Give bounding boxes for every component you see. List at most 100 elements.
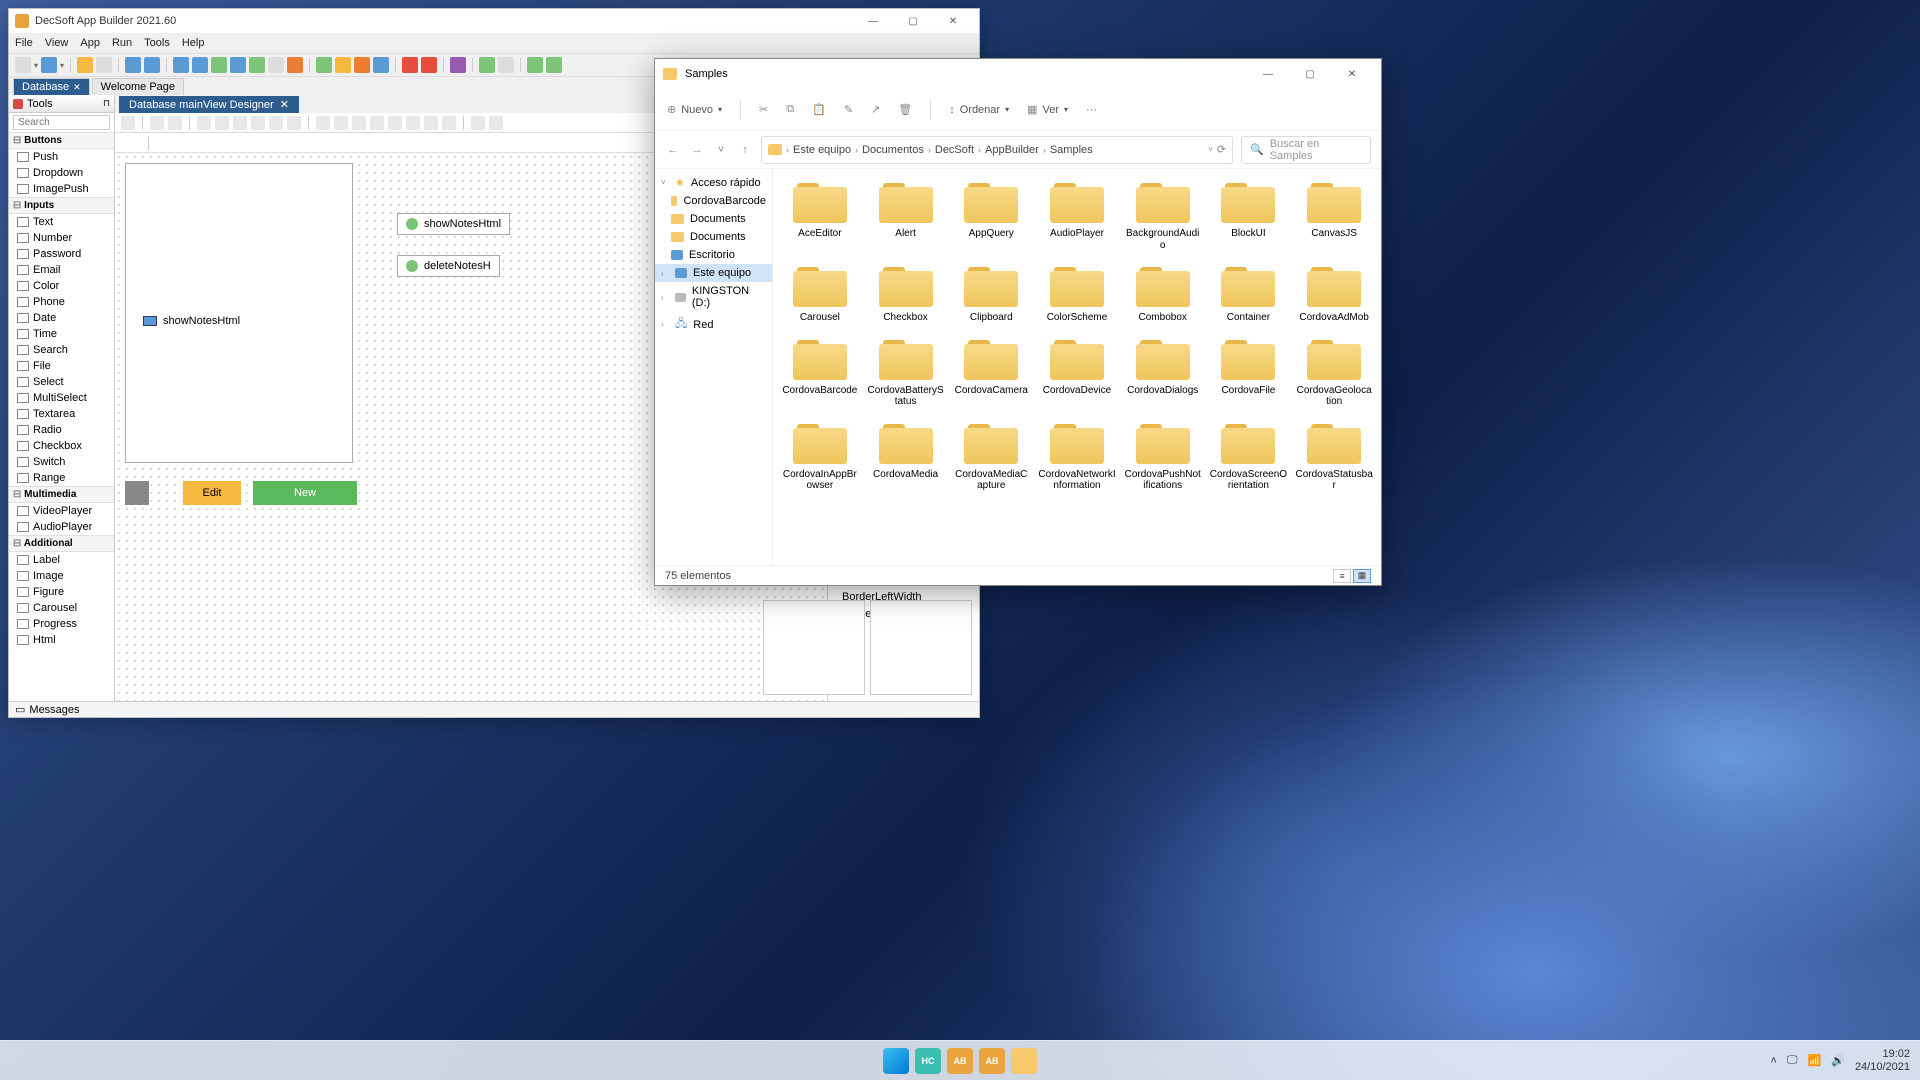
- toolbar-icon[interactable]: [15, 57, 31, 73]
- sidebar-item[interactable]: Documents: [655, 210, 772, 228]
- toolbar-icon[interactable]: [527, 57, 543, 73]
- folder-item[interactable]: CordovaFile: [1208, 334, 1290, 412]
- folder-item[interactable]: BackgroundAudio: [1122, 177, 1204, 255]
- toolbar-icon[interactable]: [354, 57, 370, 73]
- tool-item[interactable]: Image: [9, 568, 114, 584]
- taskbar-app-appbuilder[interactable]: AB: [979, 1048, 1005, 1074]
- folder-item[interactable]: CordovaScreenOrientation: [1208, 418, 1290, 496]
- folder-item[interactable]: CanvasJS: [1293, 177, 1375, 255]
- canvas-button-edit[interactable]: Edit: [183, 481, 241, 505]
- search-box[interactable]: 🔍Buscar en Samples: [1241, 136, 1371, 164]
- clock[interactable]: 19:02 24/10/2021: [1855, 1048, 1910, 1072]
- toolbar-icon[interactable]: [373, 57, 389, 73]
- copy-icon[interactable]: ⧉: [786, 103, 794, 116]
- maximize-button[interactable]: ▢: [893, 10, 933, 32]
- folder-item[interactable]: AudioPlayer: [1036, 177, 1118, 255]
- delete-icon[interactable]: 🗑: [898, 103, 912, 116]
- tool-icon[interactable]: [150, 116, 164, 130]
- designer-tab[interactable]: Database mainView Designer✕: [119, 96, 299, 113]
- maximize-button[interactable]: ▢: [1289, 60, 1331, 88]
- tool-icon[interactable]: [251, 116, 265, 130]
- tools-search-input[interactable]: [13, 115, 110, 130]
- tool-icon[interactable]: [489, 116, 503, 130]
- tool-item[interactable]: Push: [9, 149, 114, 165]
- play-icon[interactable]: [479, 57, 495, 73]
- tool-item[interactable]: Html: [9, 632, 114, 648]
- canvas-button-grey[interactable]: [125, 481, 149, 505]
- messages-bar[interactable]: ▭ Messages: [9, 701, 979, 717]
- appbuilder-titlebar[interactable]: DecSoft App Builder 2021.60 — ▢ ✕: [9, 9, 979, 33]
- folder-item[interactable]: CordovaMedia: [865, 418, 947, 496]
- tool-item[interactable]: File: [9, 358, 114, 374]
- tool-item[interactable]: Figure: [9, 584, 114, 600]
- toolbar-icon[interactable]: [192, 57, 208, 73]
- taskbar-app-explorer[interactable]: [1011, 1048, 1037, 1074]
- tool-icon[interactable]: [215, 116, 229, 130]
- view-details-icon[interactable]: ≡: [1333, 569, 1351, 583]
- address-bar[interactable]: › Este equipo› Documentos› DecSoft› AppB…: [761, 136, 1233, 164]
- toolbar-icon[interactable]: [335, 57, 351, 73]
- start-button[interactable]: [883, 1048, 909, 1074]
- sidebar-item[interactable]: Documents: [655, 228, 772, 246]
- tool-category[interactable]: Buttons: [9, 132, 114, 149]
- tab-welcome[interactable]: Welcome Page: [92, 78, 184, 95]
- folder-item[interactable]: AppQuery: [950, 177, 1032, 255]
- toolbar-icon[interactable]: [96, 57, 112, 73]
- tool-icon[interactable]: [233, 116, 247, 130]
- folder-item[interactable]: CordovaCamera: [950, 334, 1032, 412]
- sidebar-item[interactable]: CordovaBarcode: [655, 192, 772, 210]
- tool-item[interactable]: VideoPlayer: [9, 503, 114, 519]
- toolbar-icon[interactable]: [249, 57, 265, 73]
- tool-icon[interactable]: [287, 116, 301, 130]
- tab-database[interactable]: Database✕: [13, 78, 90, 95]
- sidebar-drive[interactable]: ›KINGSTON (D:): [655, 282, 772, 312]
- volume-icon[interactable]: 🔊: [1831, 1054, 1845, 1067]
- tool-icon[interactable]: [352, 116, 366, 130]
- folder-item[interactable]: CordovaDialogs: [1122, 334, 1204, 412]
- tool-icon[interactable]: [316, 116, 330, 130]
- new-button[interactable]: ⊕Nuevo▾: [667, 103, 722, 116]
- tool-item[interactable]: Label: [9, 552, 114, 568]
- folder-item[interactable]: CordovaMediaCapture: [950, 418, 1032, 496]
- tool-icon[interactable]: [269, 116, 283, 130]
- forward-button[interactable]: →: [689, 144, 705, 156]
- tool-item[interactable]: Carousel: [9, 600, 114, 616]
- folder-item[interactable]: CordovaStatusbar: [1293, 418, 1375, 496]
- folder-item[interactable]: Container: [1208, 261, 1290, 328]
- folder-item[interactable]: CordovaNetworkInformation: [1036, 418, 1118, 496]
- canvas-label[interactable]: showNotesHtml: [135, 311, 248, 331]
- menu-view[interactable]: View: [45, 37, 69, 49]
- tool-item[interactable]: Dropdown: [9, 165, 114, 181]
- tool-icon[interactable]: [442, 116, 456, 130]
- tool-item[interactable]: Range: [9, 470, 114, 486]
- tool-icon[interactable]: [334, 116, 348, 130]
- tool-icon[interactable]: [370, 116, 384, 130]
- tool-icon[interactable]: [388, 116, 402, 130]
- tool-icon[interactable]: [406, 116, 420, 130]
- tool-icon[interactable]: [168, 116, 182, 130]
- minimize-button[interactable]: —: [1247, 60, 1289, 88]
- tool-item[interactable]: Phone: [9, 294, 114, 310]
- close-button[interactable]: ✕: [933, 10, 973, 32]
- menu-app[interactable]: App: [80, 37, 100, 49]
- toolbar-icon[interactable]: [77, 57, 93, 73]
- toolbar-icon[interactable]: [144, 57, 160, 73]
- toolbar-icon[interactable]: [125, 57, 141, 73]
- toolbar-icon[interactable]: [268, 57, 284, 73]
- chevron-down-icon[interactable]: ˅: [1208, 145, 1213, 154]
- close-icon[interactable]: ✕: [280, 98, 289, 111]
- folder-item[interactable]: Carousel: [779, 261, 861, 328]
- tool-item[interactable]: Search: [9, 342, 114, 358]
- wifi-icon[interactable]: 📶: [1808, 1054, 1822, 1067]
- sidebar-network[interactable]: ›🖧Red: [655, 312, 772, 337]
- tool-category[interactable]: Additional: [9, 535, 114, 552]
- taskbar-app[interactable]: HC: [915, 1048, 941, 1074]
- folder-item[interactable]: CordovaBarcode: [779, 334, 861, 412]
- sidebar-quick-access[interactable]: ˅★Acceso rápido: [655, 173, 772, 192]
- view-icons-icon[interactable]: ▦: [1353, 569, 1371, 583]
- canvas-button-new[interactable]: New: [253, 481, 357, 505]
- chevron-up-icon[interactable]: ˄: [1770, 1055, 1776, 1067]
- explorer-titlebar[interactable]: Samples — ▢ ✕: [655, 59, 1381, 89]
- view-button[interactable]: ▦Ver▾: [1027, 103, 1068, 116]
- toolbar-icon[interactable]: [316, 57, 332, 73]
